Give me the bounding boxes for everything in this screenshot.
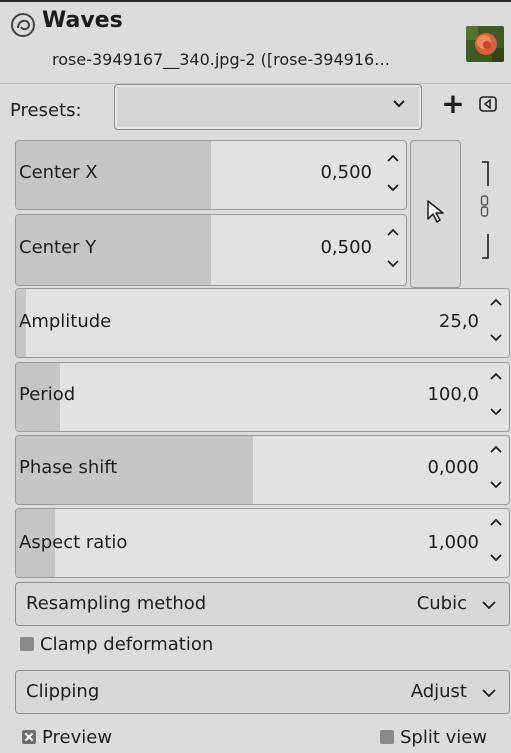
clipping-label: Clipping [26, 681, 100, 702]
spin-up-icon[interactable] [489, 297, 503, 307]
clamp-deformation-label: Clamp deformation [40, 634, 214, 655]
pick-pointer-icon [427, 200, 444, 223]
spin-up-icon[interactable] [386, 153, 400, 163]
chevron-down-icon [482, 601, 496, 610]
checkbox-unchecked-icon[interactable] [20, 637, 34, 651]
center-y-value: 0,500 [320, 237, 372, 258]
gimp-icon [11, 13, 35, 37]
amplitude-spin[interactable]: Amplitude 25,0 [15, 288, 510, 358]
phase-shift-spin[interactable]: Phase shift 0,000 [15, 435, 510, 505]
presets-label: Presets: [10, 100, 82, 121]
chain-link-icon[interactable] [476, 160, 496, 260]
split-view-checkbox[interactable]: Split view [380, 727, 487, 748]
aspect-ratio-spin[interactable]: Aspect ratio 1,000 [15, 508, 510, 578]
spin-up-icon[interactable] [489, 371, 503, 381]
period-label: Period [19, 384, 76, 405]
checkbox-unchecked-icon[interactable] [380, 730, 394, 744]
chevron-down-icon [482, 689, 496, 698]
spin-down-icon[interactable] [489, 480, 503, 490]
chevron-down-icon [393, 100, 405, 108]
phase-shift-label: Phase shift [19, 457, 118, 478]
checkbox-checked-icon[interactable] [22, 730, 36, 744]
add-preset-button[interactable]: + [440, 90, 466, 120]
center-x-spin[interactable]: Center X 0,500 [15, 140, 407, 210]
period-spin[interactable]: Period 100,0 [15, 362, 510, 432]
split-view-label: Split view [400, 727, 488, 748]
spin-up-icon[interactable] [489, 517, 503, 527]
pick-center-button[interactable] [410, 140, 461, 288]
spin-up-icon[interactable] [489, 444, 503, 454]
clipping-combo[interactable]: Clipping Adjust [15, 670, 510, 714]
center-y-stepper[interactable] [380, 215, 406, 285]
resampling-method-label: Resampling method [26, 593, 207, 614]
spin-down-icon[interactable] [489, 333, 503, 343]
phase-shift-stepper[interactable] [483, 436, 509, 504]
center-x-stepper[interactable] [380, 141, 406, 209]
aspect-ratio-label: Aspect ratio [19, 532, 128, 553]
center-y-spin[interactable]: Center Y 0,500 [15, 214, 407, 286]
dialog-header: Waves rose-3949167__340.jpg-2 ([rose-394… [0, 2, 511, 84]
dialog-title: Waves [42, 8, 123, 33]
amplitude-stepper[interactable] [483, 289, 509, 357]
spin-down-icon[interactable] [489, 553, 503, 563]
center-x-value: 0,500 [320, 162, 372, 183]
clamp-deformation-checkbox[interactable]: Clamp deformation [20, 634, 213, 655]
amplitude-label: Amplitude [19, 311, 112, 332]
amplitude-value: 25,0 [438, 311, 479, 332]
resampling-method-value: Cubic [416, 593, 467, 614]
spin-down-icon[interactable] [489, 407, 503, 417]
preview-label: Preview [42, 727, 113, 748]
aspect-ratio-value: 1,000 [427, 532, 479, 553]
phase-shift-value: 0,000 [427, 457, 479, 478]
period-value: 100,0 [427, 384, 479, 405]
image-thumbnail [466, 26, 504, 62]
spin-up-icon[interactable] [386, 227, 400, 237]
spin-down-icon[interactable] [386, 259, 400, 269]
resampling-method-combo[interactable]: Resampling method Cubic [15, 582, 510, 626]
image-name: rose-3949167__340.jpg-2 ([rose-394916… [52, 50, 391, 69]
center-y-label: Center Y [19, 237, 97, 258]
aspect-ratio-stepper[interactable] [483, 509, 509, 577]
preview-checkbox[interactable]: Preview [22, 727, 112, 748]
menu-arrow-icon[interactable] [478, 94, 498, 114]
period-stepper[interactable] [483, 363, 509, 431]
center-x-label: Center X [19, 162, 98, 183]
clipping-value: Adjust [410, 681, 467, 702]
spin-down-icon[interactable] [386, 183, 400, 193]
presets-combo[interactable] [114, 84, 422, 130]
